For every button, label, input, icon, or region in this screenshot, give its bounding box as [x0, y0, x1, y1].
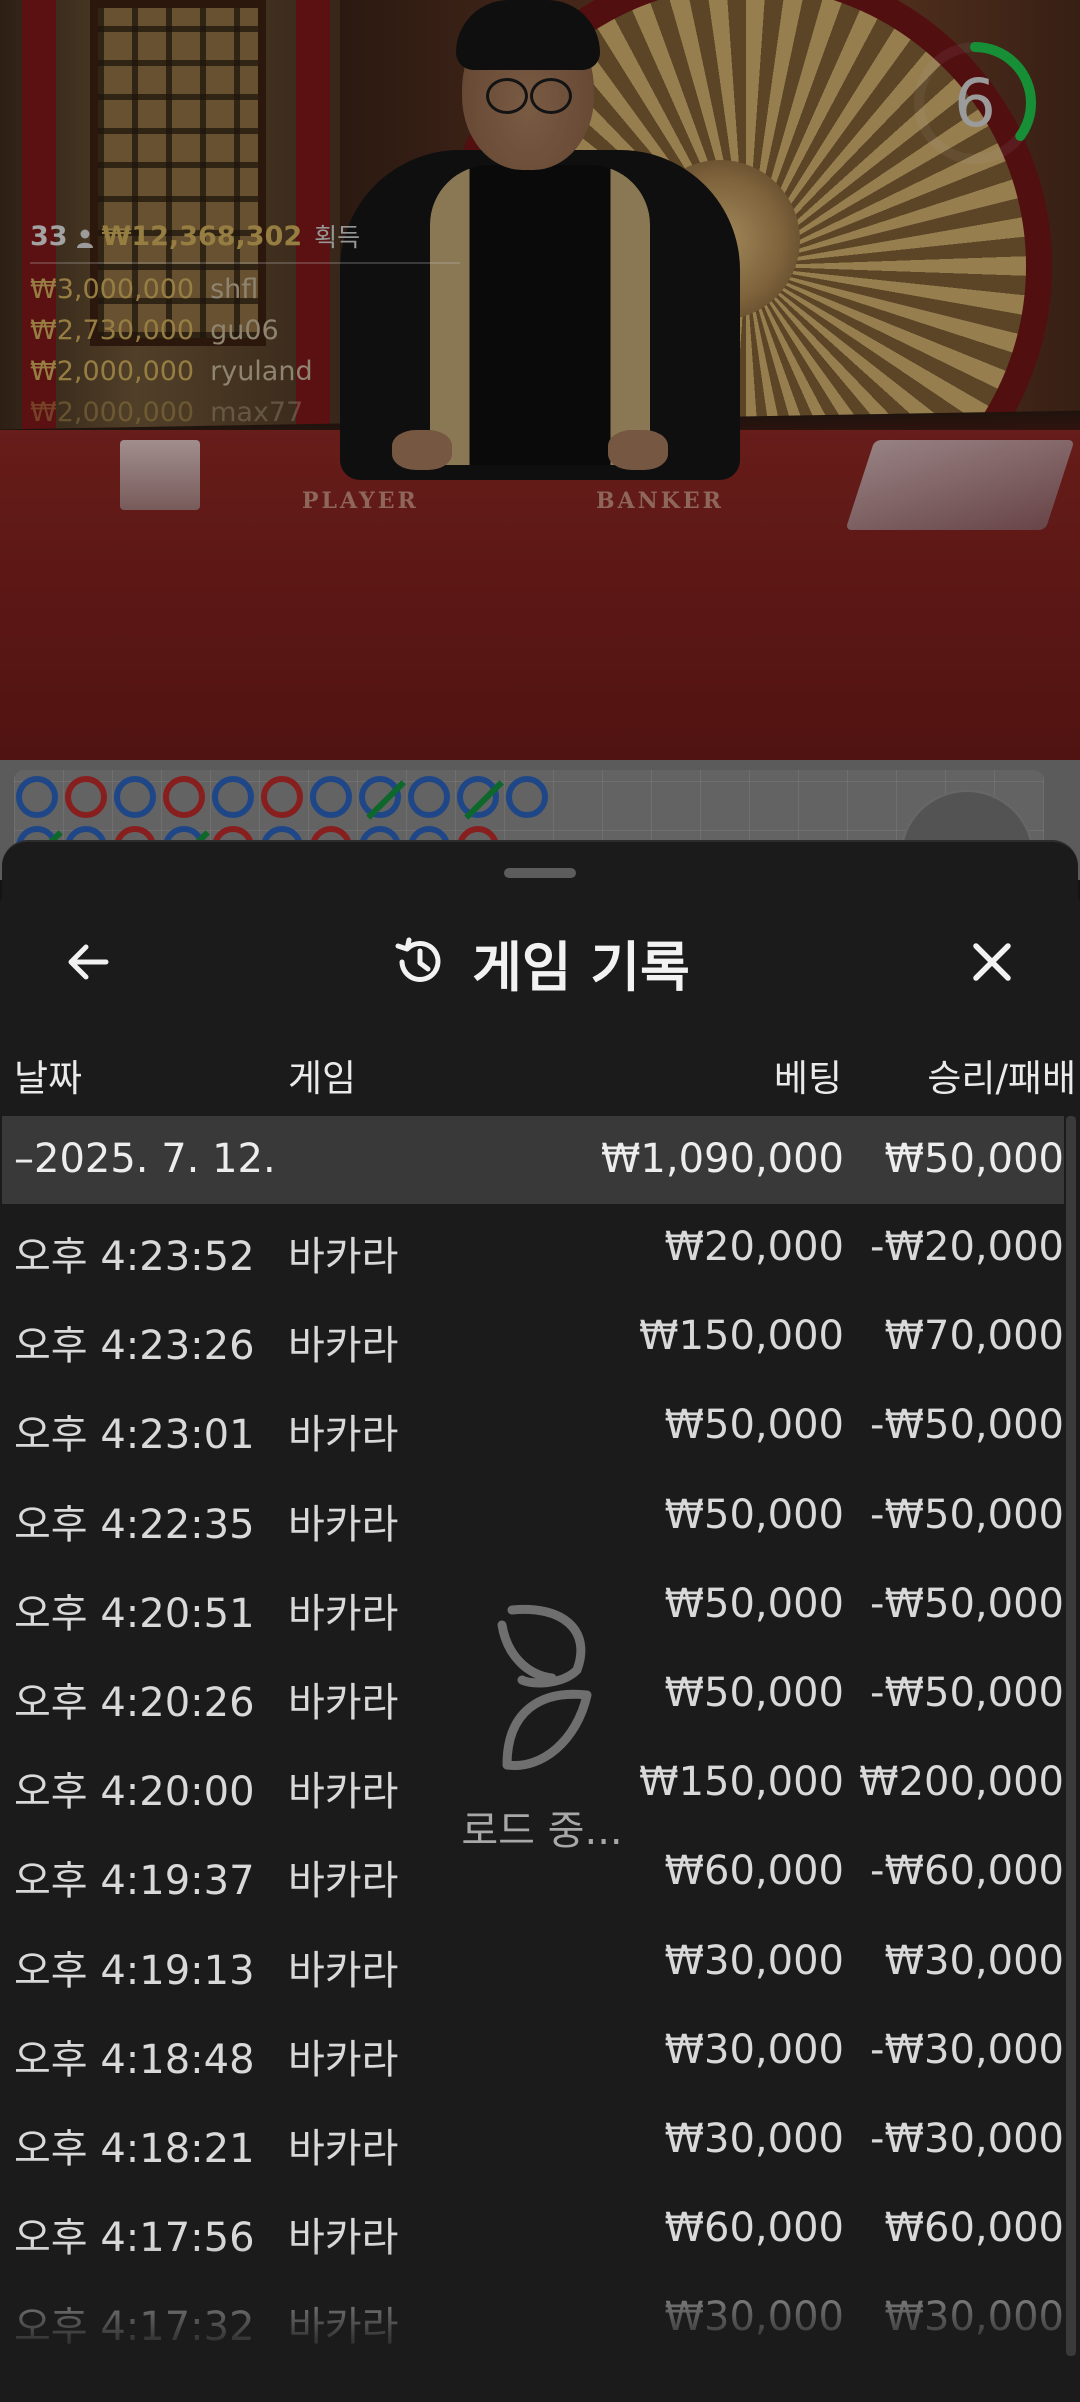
row-bet: ₩50,000 [664, 1669, 844, 1716]
sheet-title: 게임 기록 [472, 935, 690, 999]
row-result: ₩70,000 [884, 1313, 1064, 1360]
row-result: -₩50,000 [870, 1402, 1064, 1449]
row-result: -₩60,000 [870, 1848, 1064, 1895]
row-game: 바카라 [288, 2036, 399, 2083]
group-date: –2025. 7. 12. [14, 1136, 276, 1182]
row-time: 오후 4:18:48 [14, 2036, 255, 2083]
history-row[interactable]: 오후 4:23:26 바카라 ₩150,000 ₩70,000 [2, 1293, 1064, 1382]
row-game: 바카라 [288, 1858, 399, 1905]
arrow-left-icon [68, 944, 109, 980]
row-bet: ₩150,000 [639, 1313, 844, 1360]
date-group-row[interactable]: –2025. 7. 12. ₩1,090,000 ₩50,000 [2, 1116, 1064, 1204]
history-row[interactable]: 오후 4:18:48 바카라 ₩30,000 -₩30,000 [2, 2007, 1064, 2096]
row-time: 오후 4:18:21 [14, 2125, 255, 2172]
row-time: 오후 4:19:13 [14, 1947, 255, 1994]
row-bet: ₩30,000 [664, 2115, 844, 2162]
row-time: 오후 4:23:01 [14, 1412, 255, 1459]
row-bet: ₩20,000 [664, 1224, 844, 1270]
row-result: -₩50,000 [870, 1669, 1064, 1716]
row-game: 바카라 [288, 1590, 399, 1637]
loading-text: 로드 중... [461, 1808, 623, 1854]
sheet-header: 게임 기록 [2, 902, 1078, 1022]
row-result: -₩30,000 [870, 2026, 1064, 2073]
row-time: 오후 4:20:51 [14, 1590, 255, 1637]
scrollbar[interactable] [1066, 1116, 1076, 2356]
table-header: 날짜 게임 베팅 승리/패배 [2, 1028, 1078, 1108]
row-game: 바카라 [288, 2125, 399, 2172]
row-time: 오후 4:23:26 [14, 1323, 255, 1370]
row-game: 바카라 [288, 1769, 399, 1816]
loading-indicator: 로드 중... [432, 1600, 652, 1856]
title-group: 게임 기록 [2, 902, 1078, 1022]
row-game: 바카라 [288, 1947, 399, 1994]
history-row[interactable]: 오후 4:18:21 바카라 ₩30,000 -₩30,000 [2, 2096, 1064, 2185]
drag-handle[interactable] [504, 868, 576, 878]
history-row[interactable]: 오후 4:22:35 바카라 ₩50,000 -₩50,000 [2, 1472, 1064, 1561]
row-bet: ₩60,000 [664, 1848, 844, 1895]
group-result-total: ₩50,000 [884, 1136, 1064, 1182]
history-icon [395, 937, 441, 982]
row-bet: ₩30,000 [664, 1937, 844, 1984]
row-time: 오후 4:23:52 [14, 1234, 255, 1280]
row-time: 오후 4:20:26 [14, 1679, 255, 1726]
row-result: -₩50,000 [870, 1491, 1064, 1538]
loading-spinner-icon [497, 1604, 592, 1771]
row-time: 오후 4:22:35 [14, 1501, 255, 1548]
column-bet: 베팅 [773, 1057, 842, 1100]
close-button[interactable] [960, 930, 1024, 994]
group-bet-total: ₩1,090,000 [600, 1136, 844, 1182]
modal-backdrop[interactable] [0, 0, 1080, 900]
history-row[interactable]: 오후 4:23:52 바카라 ₩20,000 -₩20,000 [2, 1204, 1064, 1293]
game-history-sheet: 게임 기록 날짜 게임 베팅 승리/패배 –2025. 7. 12. ₩1,09… [2, 840, 1078, 2402]
row-result: ₩30,000 [884, 1937, 1064, 1984]
row-result: -₩20,000 [870, 1224, 1064, 1270]
history-row[interactable]: 오후 4:19:13 바카라 ₩30,000 ₩30,000 [2, 1918, 1064, 2007]
row-bet: ₩30,000 [664, 2026, 844, 2073]
column-game: 게임 [288, 1057, 357, 1100]
row-game: 바카라 [288, 1234, 399, 1280]
row-bet: ₩50,000 [664, 1580, 844, 1627]
row-result: -₩30,000 [870, 2115, 1064, 2162]
row-game: 바카라 [288, 1323, 399, 1370]
column-date: 날짜 [14, 1057, 83, 1100]
row-bet: ₩50,000 [664, 1402, 844, 1449]
row-game: 바카라 [288, 1501, 399, 1548]
column-result: 승리/패배 [927, 1057, 1076, 1100]
row-time: 오후 4:20:00 [14, 1769, 255, 1816]
row-game: 바카라 [288, 1412, 399, 1459]
row-game: 바카라 [288, 1679, 399, 1726]
back-button[interactable] [56, 930, 120, 994]
row-result: ₩200,000 [859, 1759, 1064, 1806]
row-bet: ₩50,000 [664, 1491, 844, 1538]
row-result: -₩50,000 [870, 1580, 1064, 1627]
close-icon [973, 943, 1011, 981]
list-fade [2, 2242, 1078, 2402]
row-bet: ₩150,000 [639, 1759, 844, 1806]
history-row[interactable]: 오후 4:23:01 바카라 ₩50,000 -₩50,000 [2, 1382, 1064, 1471]
row-time: 오후 4:19:37 [14, 1858, 255, 1905]
